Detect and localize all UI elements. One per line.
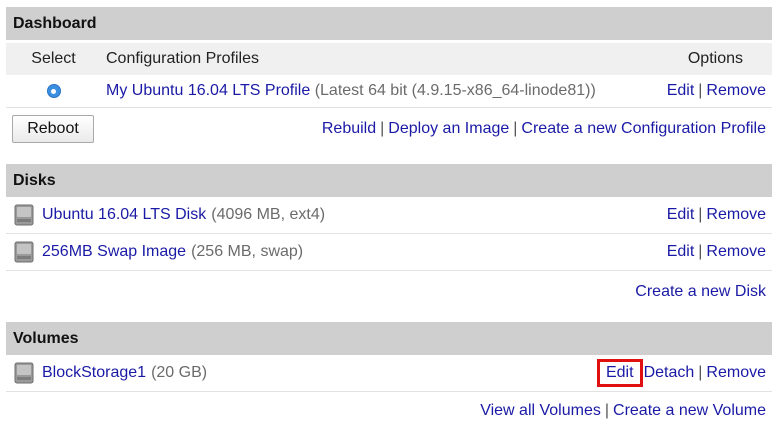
options-column-label: Options: [687, 50, 743, 67]
separator: |: [380, 119, 385, 137]
deploy-image-link[interactable]: Deploy an Image: [388, 120, 509, 138]
separator: |: [698, 82, 703, 99]
hard-disk-icon: [14, 362, 34, 384]
profile-actions-row: Reboot Rebuild | Deploy an Image | Creat…: [6, 110, 772, 147]
profile-detail: (Latest 64 bit (4.9.15-x86_64-linode81)): [314, 82, 596, 99]
create-volume-link[interactable]: Create a new Volume: [613, 402, 766, 420]
hard-disk-icon: [14, 241, 34, 263]
hard-disk-icon: [14, 204, 34, 226]
volume-edit-link[interactable]: Edit: [597, 359, 643, 387]
radio-selected-icon[interactable]: [46, 84, 61, 98]
disk-remove-link[interactable]: Remove: [706, 206, 766, 224]
disk-edit-link[interactable]: Edit: [667, 206, 695, 224]
volumes-header: Volumes: [6, 322, 772, 355]
separator: |: [698, 364, 703, 381]
volumes-footer: View all Volumes | Create a new Volume: [6, 394, 772, 428]
volume-detail: (20 GB): [151, 364, 208, 381]
disk-actions: Edit | Remove: [667, 243, 772, 261]
disk-remove-link[interactable]: Remove: [706, 243, 766, 261]
separator: |: [513, 119, 518, 137]
disks-footer: Create a new Disk: [6, 274, 772, 310]
disk-row: 256MB Swap Image (256 MB, swap) Edit | R…: [6, 234, 772, 271]
volume-link[interactable]: BlockStorage1: [42, 364, 146, 382]
reboot-button[interactable]: Reboot: [12, 114, 94, 143]
disk-row: Ubuntu 16.04 LTS Disk (4096 MB, ext4) Ed…: [6, 197, 772, 234]
profile-remove-link[interactable]: Remove: [706, 82, 766, 100]
disks-header: Disks: [6, 164, 772, 197]
disk-link[interactable]: Ubuntu 16.04 LTS Disk: [42, 206, 206, 224]
profile-select-cell: [6, 84, 101, 98]
disk-link[interactable]: 256MB Swap Image: [42, 243, 186, 261]
dashboard-links: Rebuild | Deploy an Image | Create a new…: [322, 120, 772, 138]
volume-cell: BlockStorage1 (20 GB): [13, 361, 207, 385]
profiles-column-label: Configuration Profiles: [106, 50, 259, 67]
dashboard-header: Dashboard: [6, 7, 772, 40]
disks-footer-actions: Create a new Disk: [635, 283, 772, 301]
volume-detach-link[interactable]: Detach: [644, 364, 695, 382]
separator: |: [698, 243, 703, 260]
disk-cell: Ubuntu 16.04 LTS Disk (4096 MB, ext4): [13, 203, 325, 227]
volume-actions: Edit Detach | Remove: [597, 359, 772, 387]
volumes-title: Volumes: [13, 329, 79, 347]
separator: |: [698, 206, 703, 223]
disks-title: Disks: [13, 171, 56, 189]
profile-cell: My Ubuntu 16.04 LTS Profile (Latest 64 b…: [106, 82, 596, 100]
disk-detail: (256 MB, swap): [191, 243, 304, 260]
profiles-column-header: Select Configuration Profiles Options: [6, 43, 772, 75]
separator: |: [604, 402, 610, 419]
volumes-footer-actions: View all Volumes | Create a new Volume: [480, 402, 772, 420]
volume-row: BlockStorage1 (20 GB) Edit Detach | Remo…: [6, 355, 772, 392]
volume-remove-link[interactable]: Remove: [706, 364, 766, 382]
disk-edit-link[interactable]: Edit: [667, 243, 695, 261]
profile-actions: Edit | Remove: [667, 82, 772, 100]
create-profile-link[interactable]: Create a new Configuration Profile: [521, 120, 766, 138]
dashboard-title: Dashboard: [13, 14, 97, 32]
select-column-label: Select: [31, 50, 76, 67]
profile-edit-link[interactable]: Edit: [667, 82, 695, 100]
create-disk-link[interactable]: Create a new Disk: [635, 283, 766, 301]
view-all-volumes-link[interactable]: View all Volumes: [480, 402, 601, 420]
disk-actions: Edit | Remove: [667, 206, 772, 224]
disk-cell: 256MB Swap Image (256 MB, swap): [13, 240, 303, 264]
disk-detail: (4096 MB, ext4): [211, 206, 326, 223]
profile-link[interactable]: My Ubuntu 16.04 LTS Profile: [106, 82, 310, 99]
rebuild-link[interactable]: Rebuild: [322, 120, 376, 138]
profile-row: My Ubuntu 16.04 LTS Profile (Latest 64 b…: [6, 75, 772, 108]
